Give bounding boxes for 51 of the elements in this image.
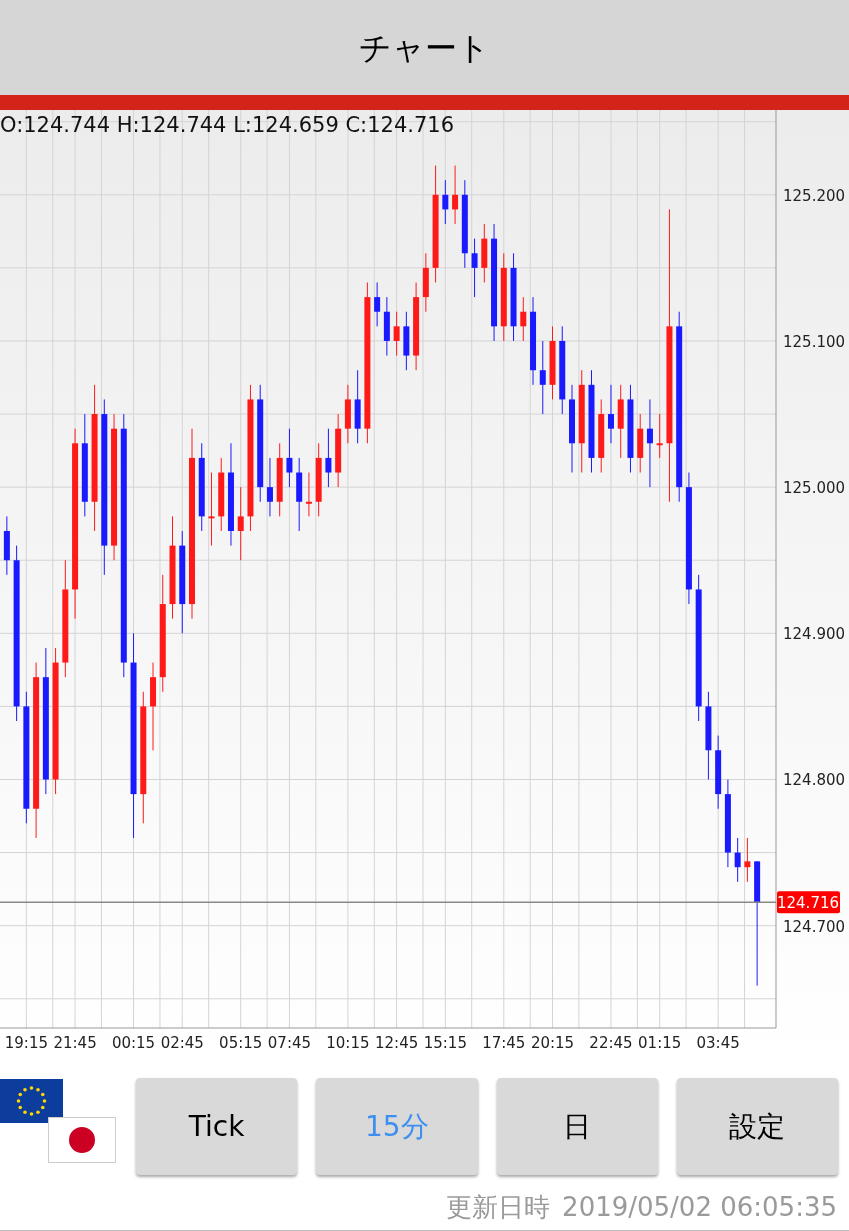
candle xyxy=(286,428,293,488)
x-axis-label: 17:45 xyxy=(482,1034,526,1052)
candle xyxy=(637,413,644,473)
candle xyxy=(744,837,751,883)
x-axis-label: 00:15 xyxy=(111,1034,156,1052)
y-axis-label: 124.800 xyxy=(783,771,846,790)
candle xyxy=(3,515,10,576)
y-axis-label: 125.100 xyxy=(783,332,846,351)
candle xyxy=(442,179,449,225)
candle xyxy=(325,428,332,488)
x-axis-label: 19:15 xyxy=(4,1034,48,1052)
y-axis-label: 125.200 xyxy=(783,186,846,205)
candle xyxy=(266,457,273,517)
eu-flag-icon xyxy=(0,1078,63,1123)
y-axis-label: 124.700 xyxy=(783,917,846,936)
candle xyxy=(520,296,527,342)
candle xyxy=(452,165,459,225)
x-axis-label: 15:15 xyxy=(423,1034,467,1052)
x-axis-label: 01:15 xyxy=(638,1034,682,1052)
chart-option-button[interactable]: Tick xyxy=(136,1078,298,1175)
price-badge: 124.716 xyxy=(777,891,840,914)
updated-label: 更新日時 xyxy=(446,1191,551,1224)
candle xyxy=(734,837,741,883)
updated-datetime: 2019/05/02 06:05:35 xyxy=(562,1191,837,1224)
y-axis-label: 124.900 xyxy=(783,625,846,644)
candle xyxy=(305,472,312,517)
x-axis-label: 07:45 xyxy=(267,1034,312,1052)
chart-option-button[interactable]: 日 xyxy=(496,1078,658,1175)
japan-flag-icon xyxy=(48,1116,116,1163)
candle xyxy=(393,311,400,357)
x-axis-label: 02:45 xyxy=(160,1034,204,1052)
candle xyxy=(481,223,488,283)
x-axis-label: 22:45 xyxy=(589,1034,633,1052)
candle xyxy=(471,238,478,298)
candle xyxy=(344,384,351,444)
x-axis-label: 20:15 xyxy=(530,1034,575,1052)
ohlc-readout: O:124.744 H:124.744 L:124.659 C:124.716 xyxy=(0,113,454,137)
x-axis-label: 12:45 xyxy=(375,1034,419,1052)
x-axis-label: 05:15 xyxy=(219,1034,263,1052)
chart-option-button[interactable]: 設定 xyxy=(676,1078,838,1175)
candle xyxy=(374,282,381,327)
x-axis-label: 03:45 xyxy=(696,1034,740,1052)
candle xyxy=(403,311,410,371)
candle xyxy=(607,384,614,444)
x-axis-label: 10:15 xyxy=(326,1034,370,1052)
candle xyxy=(422,252,429,313)
candle xyxy=(383,296,390,357)
y-axis-label: 125.000 xyxy=(783,479,846,498)
screen-title: チャート xyxy=(359,27,490,69)
candle xyxy=(656,413,663,459)
x-axis-label: 21:45 xyxy=(53,1034,97,1052)
